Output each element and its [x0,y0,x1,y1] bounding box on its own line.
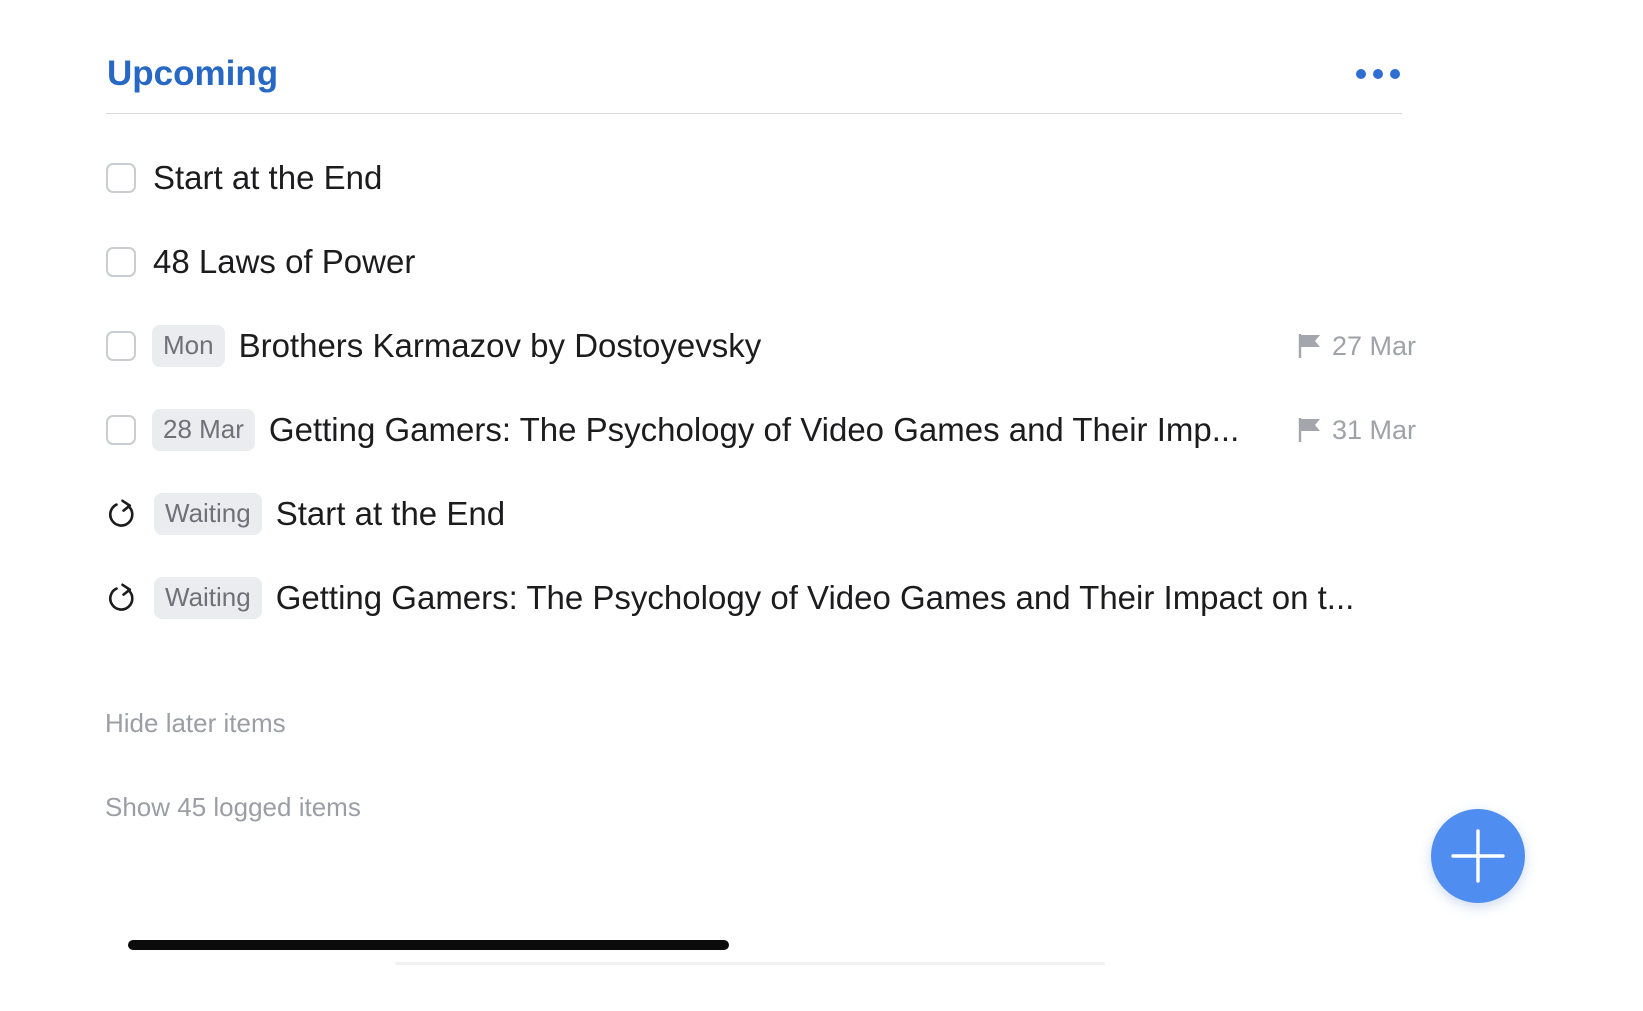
when-tag: 28 Mar [152,409,255,451]
ellipsis-icon [1373,69,1383,79]
more-options-button[interactable] [1356,64,1400,84]
section-header: Upcoming [106,48,1402,114]
task-list: Start at the End 48 Laws of Power Mon Br… [106,136,1416,640]
section-title[interactable]: Upcoming [107,54,278,94]
plus-icon [1451,829,1505,883]
task-title[interactable]: Start at the End [276,494,505,534]
task-title[interactable]: 48 Laws of Power [153,242,415,282]
flag-icon [1298,334,1320,358]
task-row[interactable]: 28 Mar Getting Gamers: The Psychology of… [106,388,1416,472]
task-checkbox[interactable] [106,163,136,193]
repeat-icon[interactable] [106,498,138,530]
deadline: 27 Mar [1283,304,1416,388]
ellipsis-icon [1390,69,1400,79]
flag-icon [1298,418,1320,442]
deadline-date: 31 Mar [1331,414,1416,445]
task-title[interactable]: Start at the End [153,158,382,198]
task-checkbox[interactable] [106,331,136,361]
home-indicator[interactable] [128,940,729,950]
task-checkbox[interactable] [106,247,136,277]
bottom-edge-divider [395,962,1105,965]
task-row[interactable]: 48 Laws of Power [106,220,1416,304]
repeat-icon[interactable] [106,582,138,614]
hide-later-items-link[interactable]: Hide later items [105,708,286,739]
when-tag: Waiting [154,577,262,619]
add-task-button[interactable] [1431,809,1525,903]
when-tag: Waiting [154,493,262,535]
task-row[interactable]: Waiting Start at the End [106,472,1416,556]
upcoming-screen: Upcoming Start at the End 48 Laws of Pow… [0,0,1643,1011]
task-checkbox[interactable] [106,415,136,445]
when-tag: Mon [152,325,225,367]
show-logged-items-link[interactable]: Show 45 logged items [105,792,361,823]
task-title[interactable]: Brothers Karmazov by Dostoyevsky [239,326,762,366]
task-row[interactable]: Start at the End [106,136,1416,220]
ellipsis-icon [1356,69,1366,79]
deadline: 31 Mar [1283,388,1416,472]
task-row[interactable]: Waiting Getting Gamers: The Psychology o… [106,556,1416,640]
deadline-date: 27 Mar [1331,330,1416,361]
task-row[interactable]: Mon Brothers Karmazov by Dostoyevsky 27 … [106,304,1416,388]
task-title[interactable]: Getting Gamers: The Psychology of Video … [269,410,1239,450]
task-title[interactable]: Getting Gamers: The Psychology of Video … [276,578,1355,618]
